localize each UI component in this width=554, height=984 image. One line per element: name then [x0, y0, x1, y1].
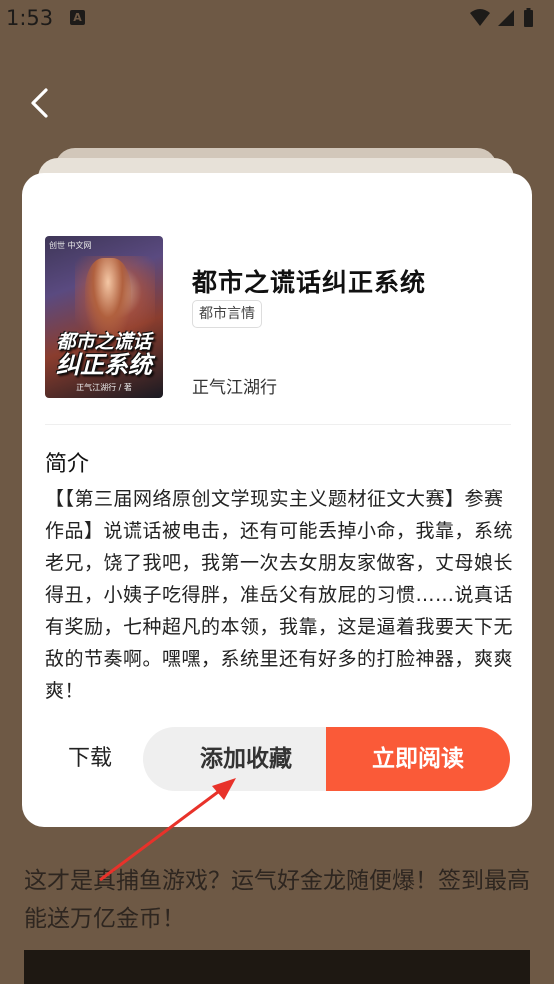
book-title: 都市之谎话纠正系统: [192, 268, 427, 297]
status-bar: 1:53 A: [0, 0, 554, 38]
background-ad-banner: [24, 950, 530, 984]
a-badge-icon: A: [70, 10, 85, 25]
author-name[interactable]: 正气江湖行: [192, 373, 277, 398]
divider: [45, 424, 511, 425]
add-to-favorites-button[interactable]: 添加收藏: [143, 727, 349, 791]
back-chevron-icon[interactable]: [24, 84, 58, 122]
intro-heading: 简介: [45, 452, 90, 477]
wifi-icon: [470, 9, 490, 26]
status-time: 1:53: [6, 6, 54, 30]
cover-figure: [85, 258, 131, 338]
background-ad-text: 这才是真捕鱼游戏？运气好金龙随便爆！签到最高能送万亿金币！: [24, 868, 530, 932]
cellular-signal-icon: [498, 10, 514, 26]
intro-text: 【【第三届网络原创文学现实主义题材征文大赛】参赛作品】说谎话被电击，还有可能丢掉…: [45, 488, 514, 702]
cover-title-line1: 都市之谎话: [56, 331, 152, 353]
cover-title: 都市之谎话 纠正系统: [47, 332, 161, 378]
download-button[interactable]: 下载: [44, 727, 136, 791]
cover-author: 正气江湖行 / 著: [76, 383, 132, 392]
read-now-button[interactable]: 立即阅读: [326, 727, 510, 791]
cover-publisher-logo: 创世 中文网: [49, 241, 92, 250]
category-tag[interactable]: 都市言情: [192, 300, 262, 328]
book-cover[interactable]: 创世 中文网 都市之谎话 纠正系统 正气江湖行 / 著: [45, 236, 163, 398]
book-detail-dialog: 创世 中文网 都市之谎话 纠正系统 正气江湖行 / 著 都市之谎话纠正系统 都市…: [22, 173, 532, 827]
cover-title-line2: 纠正系统: [56, 351, 152, 379]
battery-icon: [524, 8, 533, 27]
status-icons: [470, 8, 533, 27]
